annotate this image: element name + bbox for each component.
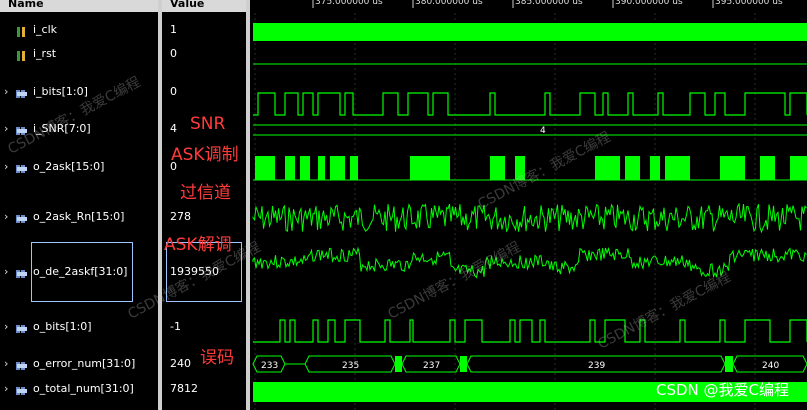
signal-row[interactable]: › o_2ask_Rn[15:0] xyxy=(0,208,155,226)
error-bus-value: 239 xyxy=(588,361,605,371)
signal-row[interactable]: › o_2ask[15:0] xyxy=(0,158,155,176)
ruler-label: 390.000000 us xyxy=(615,0,683,7)
error-bus-value: 235 xyxy=(342,361,359,371)
ask-burst xyxy=(330,156,345,180)
signal-value: 0 xyxy=(170,85,177,98)
ruler-label: 375.000000 us xyxy=(315,0,383,7)
error-bus-transition xyxy=(725,356,733,372)
value-column-header[interactable]: Value xyxy=(162,0,246,12)
error-bus-value: 237 xyxy=(423,361,440,371)
error-bus-transition xyxy=(460,356,467,372)
signal-name: o_bits[1:0] xyxy=(33,320,92,333)
bit-icon xyxy=(16,25,28,37)
expand-chevron-icon[interactable]: › xyxy=(4,158,12,176)
signal-row[interactable]: i_clk xyxy=(0,21,155,39)
bit-icon xyxy=(16,49,28,61)
waveform-canvas[interactable]: 375.000000 us 380.000000 us 385.000000 us 3… xyxy=(250,0,807,410)
signal-name: o_2ask_Rn[15:0] xyxy=(33,210,125,223)
error-bus-value: 240 xyxy=(762,361,779,371)
signal-name: o_total_num[31:0] xyxy=(33,382,134,395)
clk-waveform xyxy=(253,23,807,41)
expand-chevron-icon[interactable]: › xyxy=(4,120,12,138)
ruler-label: 385.000000 us xyxy=(515,0,583,7)
ask-burst xyxy=(665,156,690,180)
signal-value: 240 xyxy=(170,357,191,370)
bus-icon xyxy=(16,162,28,173)
input-bits-waveform xyxy=(253,92,807,116)
ruler-label: 380.000000 us xyxy=(415,0,483,7)
signal-value: 0 xyxy=(170,47,177,60)
expand-chevron-icon[interactable]: › xyxy=(4,380,12,398)
ask-burst xyxy=(410,156,450,180)
expand-chevron-icon[interactable]: › xyxy=(4,355,12,373)
signal-name: o_de_2askf[31:0] xyxy=(33,265,128,278)
signal-row[interactable]: i_rst xyxy=(0,45,155,63)
ask-burst xyxy=(255,156,275,180)
annotation-channel: 过信道 xyxy=(180,183,231,203)
bus-icon xyxy=(16,87,28,98)
signal-name: i_clk xyxy=(33,23,58,36)
expand-chevron-icon[interactable]: › xyxy=(4,83,12,101)
output-bits-waveform xyxy=(253,319,807,343)
ask-burst xyxy=(625,156,640,180)
signal-row[interactable]: › o_de_2askf[31:0] xyxy=(0,263,155,281)
snr-bus-value: 4 xyxy=(540,126,546,136)
signal-name: i_rst xyxy=(33,47,57,60)
name-column-header[interactable]: Name xyxy=(0,0,158,12)
bus-icon xyxy=(16,267,28,278)
bus-icon xyxy=(16,359,28,370)
ask-burst xyxy=(490,156,505,180)
ask-burst xyxy=(350,156,358,180)
ruler-label: 395.000000 us xyxy=(715,0,783,7)
bus-icon xyxy=(16,322,28,333)
annotation-bit-error: 误码 xyxy=(200,348,234,368)
error-bus-value: 233 xyxy=(261,361,278,371)
footer-watermark: CSDN @我爱C编程 xyxy=(655,381,789,399)
signal-name: o_2ask[15:0] xyxy=(33,160,105,173)
signal-value: 1 xyxy=(170,23,177,36)
signal-value: 4 xyxy=(170,122,177,135)
expand-chevron-icon[interactable]: › xyxy=(4,263,12,281)
ask-burst xyxy=(650,156,660,180)
ask-burst xyxy=(300,156,310,180)
ask-burst xyxy=(318,156,325,180)
bus-icon xyxy=(16,212,28,223)
annotation-snr: SNR xyxy=(190,114,226,134)
ask-burst xyxy=(760,156,775,180)
ask-burst xyxy=(720,156,745,180)
annotation-ask-demodulation: ASK解调 xyxy=(164,235,232,255)
signal-name: i_bits[1:0] xyxy=(33,85,88,98)
annotation-ask-modulation: ASK调制 xyxy=(171,145,239,165)
signal-row[interactable]: › o_total_num[31:0] xyxy=(0,380,155,398)
ask-burst xyxy=(790,156,807,180)
signal-value: 278 xyxy=(170,210,191,223)
expand-chevron-icon[interactable]: › xyxy=(4,318,12,336)
name-pane: Name i_clk i_rst › i_bits[1:0] › i_SNR[7:0] › o… xyxy=(0,0,158,410)
signal-name: o_error_num[31:0] xyxy=(33,357,136,370)
ask-burst xyxy=(285,156,295,180)
signal-value: -1 xyxy=(170,320,181,333)
signal-value: 7812 xyxy=(170,382,198,395)
ask-burst xyxy=(595,156,620,180)
error-bus-transition xyxy=(395,356,402,372)
expand-chevron-icon[interactable]: › xyxy=(4,208,12,226)
channel-noise-waveform xyxy=(252,202,807,234)
bus-icon xyxy=(16,384,28,395)
signal-row[interactable]: › o_error_num[31:0] xyxy=(0,355,155,373)
